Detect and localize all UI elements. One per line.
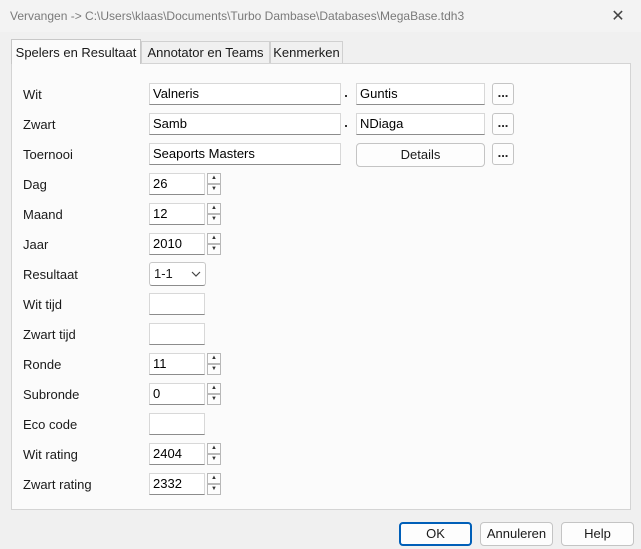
wit-rating-label: Wit rating	[23, 447, 78, 462]
zwart-tijd-input[interactable]	[149, 323, 205, 345]
subronde-input[interactable]: 0	[149, 383, 205, 405]
tab-spelers-en-resultaat[interactable]: Spelers en Resultaat	[11, 39, 141, 64]
wit-rating-input[interactable]: 2404	[149, 443, 205, 465]
spin-down-icon[interactable]: ▼	[207, 184, 221, 195]
dag-spinner[interactable]: ▲ ▼	[207, 173, 221, 195]
spin-down-icon[interactable]: ▼	[207, 484, 221, 495]
maand-spinner[interactable]: ▲ ▼	[207, 203, 221, 225]
spin-up-icon[interactable]: ▲	[207, 473, 221, 484]
zwart-rating-spinner[interactable]: ▲ ▼	[207, 473, 221, 495]
spin-up-icon[interactable]: ▲	[207, 443, 221, 454]
eco-code-input[interactable]	[149, 413, 205, 435]
ronde-label: Ronde	[23, 357, 62, 372]
dag-input[interactable]: 26	[149, 173, 205, 195]
resultaat-label: Resultaat	[23, 267, 78, 282]
jaar-label: Jaar	[23, 237, 49, 252]
cancel-button[interactable]: Annuleren	[480, 522, 553, 546]
close-button[interactable]: ✕	[595, 0, 641, 32]
close-icon: ✕	[611, 8, 625, 25]
subronde-label: Subronde	[23, 387, 80, 402]
zwart-tijd-label: Zwart tijd	[23, 327, 76, 342]
spin-down-icon[interactable]: ▼	[207, 214, 221, 225]
wit-rating-spinner[interactable]: ▲ ▼	[207, 443, 221, 465]
zwart-rating-label: Zwart rating	[23, 477, 92, 492]
zwart-rating-input[interactable]: 2332	[149, 473, 205, 495]
wit-last-name-input[interactable]: Guntis	[356, 83, 485, 105]
toernooi-label: Toernooi	[23, 147, 73, 162]
tab-kenmerken[interactable]: Kenmerken	[270, 41, 343, 63]
maand-label: Maand	[23, 207, 63, 222]
ronde-spinner[interactable]: ▲ ▼	[207, 353, 221, 375]
spin-down-icon[interactable]: ▼	[207, 454, 221, 465]
help-button[interactable]: Help	[561, 522, 634, 546]
ok-button[interactable]: OK	[399, 522, 472, 546]
spin-up-icon[interactable]: ▲	[207, 233, 221, 244]
chevron-down-icon	[191, 271, 201, 277]
spin-up-icon[interactable]: ▲	[207, 353, 221, 364]
spin-up-icon[interactable]: ▲	[207, 203, 221, 214]
jaar-input[interactable]: 2010	[149, 233, 205, 255]
spin-down-icon[interactable]: ▼	[207, 244, 221, 255]
spin-up-icon[interactable]: ▲	[207, 173, 221, 184]
zwart-browse-button[interactable]: ...	[492, 113, 514, 135]
window-title: Vervangen -> C:\Users\klaas\Documents\Tu…	[10, 9, 465, 23]
tab-annotator-en-teams[interactable]: Annotator en Teams	[141, 41, 270, 63]
toernooi-browse-button[interactable]: ...	[492, 143, 514, 165]
details-button[interactable]: Details	[356, 143, 485, 167]
wit-tijd-input[interactable]	[149, 293, 205, 315]
name-separator	[345, 125, 347, 127]
spin-up-icon[interactable]: ▲	[207, 383, 221, 394]
zwart-label: Zwart	[23, 117, 56, 132]
ronde-input[interactable]: 11	[149, 353, 205, 375]
maand-input[interactable]: 12	[149, 203, 205, 225]
resultaat-select[interactable]: 1-1	[149, 262, 206, 286]
jaar-spinner[interactable]: ▲ ▼	[207, 233, 221, 255]
zwart-first-name-input[interactable]: Samb	[149, 113, 341, 135]
wit-tijd-label: Wit tijd	[23, 297, 62, 312]
name-separator	[345, 95, 347, 97]
eco-code-label: Eco code	[23, 417, 78, 432]
spin-down-icon[interactable]: ▼	[207, 364, 221, 375]
wit-label: Wit	[23, 87, 42, 102]
subronde-spinner[interactable]: ▲ ▼	[207, 383, 221, 405]
toernooi-input[interactable]: Seaports Masters	[149, 143, 341, 165]
title-bar: Vervangen -> C:\Users\klaas\Documents\Tu…	[0, 0, 641, 32]
resultaat-value: 1-1	[154, 266, 173, 281]
zwart-last-name-input[interactable]: NDiaga	[356, 113, 485, 135]
dag-label: Dag	[23, 177, 47, 192]
wit-first-name-input[interactable]: Valneris	[149, 83, 341, 105]
spin-down-icon[interactable]: ▼	[207, 394, 221, 405]
wit-browse-button[interactable]: ...	[492, 83, 514, 105]
